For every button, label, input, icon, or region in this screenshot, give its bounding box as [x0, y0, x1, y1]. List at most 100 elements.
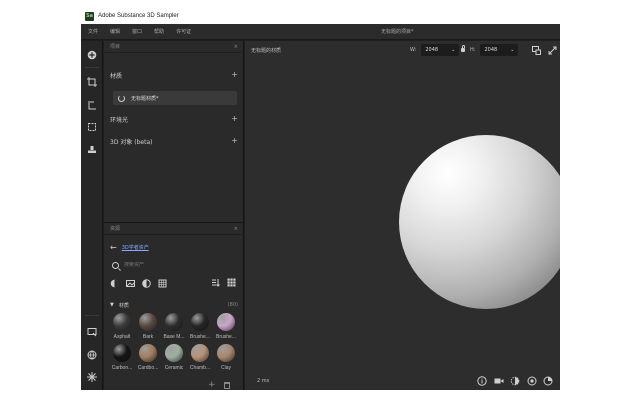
material-preview	[113, 344, 131, 362]
back-navigation[interactable]: ← 3D学者资产	[110, 243, 149, 252]
section-environment[interactable]: 环境光 +	[110, 114, 238, 124]
assets-panel-title: 资源	[110, 226, 121, 232]
close-icon[interactable]: ×	[234, 226, 238, 232]
material-preview	[139, 313, 157, 331]
grid-view-icon[interactable]	[227, 278, 236, 287]
asset-filter-bar	[110, 277, 238, 289]
lock-icon[interactable]	[461, 45, 465, 52]
material-filter-icon[interactable]	[110, 279, 119, 288]
width-label: W:	[410, 47, 417, 53]
back-arrow-icon[interactable]: ←	[110, 243, 117, 252]
app-logo: Sa	[85, 11, 94, 21]
material-preview	[165, 313, 183, 331]
crop-icon[interactable]	[86, 76, 98, 88]
environment-filter-icon[interactable]	[142, 278, 151, 288]
height-label: H:	[470, 47, 476, 53]
category-name: 材质	[118, 302, 129, 309]
settings-icon[interactable]	[527, 376, 537, 386]
section-label: 3D 对象 (beta)	[110, 138, 153, 146]
material-thumbnail[interactable]: Clay	[213, 344, 239, 371]
material-label: Bark	[142, 334, 154, 340]
screen-icon[interactable]	[86, 326, 98, 338]
material-preview	[113, 313, 131, 331]
search-icon	[112, 261, 119, 269]
back-link[interactable]: 3D学者资产	[122, 244, 149, 251]
sort-icon[interactable]	[211, 278, 220, 287]
view-mode-icon[interactable]	[532, 46, 541, 55]
toolbar-divider	[85, 315, 99, 316]
chevron-down-icon: ⌄	[451, 47, 456, 53]
material-label: Asphalt	[113, 334, 131, 340]
viewport-title: 无标题的材质	[251, 47, 282, 54]
add-environment-icon[interactable]: +	[231, 115, 238, 123]
material-thumbnail[interactable]: Brushe...	[213, 313, 239, 340]
grid-filter-icon[interactable]	[158, 279, 167, 288]
material-preview	[139, 344, 157, 362]
add-asset-icon[interactable]: +	[208, 381, 216, 390]
assets-panel-header: 资源 ×	[104, 223, 244, 235]
assets-panel: 资源 × ← 3D学者资产 搜索资产 ▼ 材质 (80) Asphalt Bar…	[104, 222, 244, 390]
project-panel-title: 项目	[110, 44, 121, 50]
material-label: Base M...	[163, 334, 185, 340]
material-preview-sphere[interactable]	[399, 135, 560, 309]
info-icon[interactable]	[477, 376, 487, 386]
camera-icon[interactable]	[494, 376, 504, 386]
measure-icon[interactable]	[86, 99, 98, 111]
material-thumbnail[interactable]: Asphalt	[109, 313, 135, 340]
material-preview	[191, 344, 209, 362]
width-control: W: 2048 ⌄	[410, 44, 460, 56]
material-thumbnail[interactable]: Base M...	[161, 313, 187, 340]
add-3d-object-icon[interactable]: +	[231, 137, 238, 145]
category-header[interactable]: ▼ 材质 (80)	[110, 300, 238, 310]
stamp-icon[interactable]	[86, 144, 98, 156]
loading-spinner-icon	[118, 94, 125, 102]
menu-bar: 文件 编辑 窗口 帮助 许可证 无标题的项目*	[81, 24, 560, 40]
viewport[interactable]: 无标题的材质 W: 2048 ⌄ H: 2048 ⌄ 2 ms	[245, 41, 560, 390]
width-select[interactable]: 2048 ⌄	[421, 44, 460, 56]
search-input[interactable]	[124, 262, 224, 268]
height-select[interactable]: 2048 ⌄	[480, 44, 519, 56]
image-filter-icon[interactable]	[126, 279, 135, 288]
menu-window[interactable]: 窗口	[132, 28, 142, 35]
material-label: Brushe...	[189, 334, 210, 340]
material-label: Carbon...	[111, 365, 133, 371]
material-label: Clay	[220, 365, 231, 371]
menu-file[interactable]: 文件	[88, 28, 98, 35]
material-thumbnail[interactable]: Chamb...	[187, 344, 213, 371]
frame-icon[interactable]	[86, 121, 98, 133]
material-thumbnail[interactable]: Ceramic	[161, 344, 187, 371]
menu-edit[interactable]: 编辑	[110, 28, 120, 35]
section-materials[interactable]: 材质 +	[110, 70, 238, 80]
title-bar: Sa Adobe Substance 3D Sampler	[81, 8, 560, 24]
material-item[interactable]: 无标题材质*	[113, 91, 237, 105]
lighting-icon[interactable]	[510, 376, 520, 386]
material-label: Ceramic	[164, 365, 184, 371]
toolbar-divider	[85, 67, 99, 68]
frame-time: 2 ms	[257, 378, 270, 384]
environment-icon[interactable]	[543, 376, 553, 386]
menu-help[interactable]: 帮助	[154, 28, 164, 35]
material-label: Brushe...	[215, 334, 236, 340]
menu-license[interactable]: 许可证	[176, 28, 191, 35]
app-window: Sa Adobe Substance 3D Sampler 文件 编辑 窗口 帮…	[81, 8, 560, 390]
material-thumbnail[interactable]: Cardbo...	[135, 344, 161, 371]
viewport-statusbar: 2 ms	[245, 372, 560, 390]
section-3d-objects[interactable]: 3D 对象 (beta) +	[110, 136, 238, 146]
close-icon[interactable]: ×	[234, 44, 238, 50]
search-bar[interactable]	[110, 259, 234, 271]
trash-icon[interactable]	[224, 382, 230, 389]
height-value: 2048	[484, 47, 498, 53]
add-material-icon[interactable]: +	[231, 71, 238, 79]
material-thumbnail[interactable]: Brushe...	[187, 313, 213, 340]
app-title: Adobe Substance 3D Sampler	[98, 13, 179, 19]
add-icon[interactable]	[86, 49, 98, 61]
left-toolbar	[81, 41, 103, 390]
width-value: 2048	[425, 47, 439, 53]
material-thumbnail[interactable]: Carbon...	[109, 344, 135, 371]
globe-icon[interactable]	[86, 349, 98, 361]
chevron-down-icon[interactable]: ▼	[110, 302, 114, 308]
sparkle-icon[interactable]	[86, 371, 98, 383]
material-thumbnail[interactable]: Bark	[135, 313, 161, 340]
height-control: H: 2048 ⌄	[461, 44, 519, 56]
expand-icon[interactable]	[548, 46, 557, 55]
